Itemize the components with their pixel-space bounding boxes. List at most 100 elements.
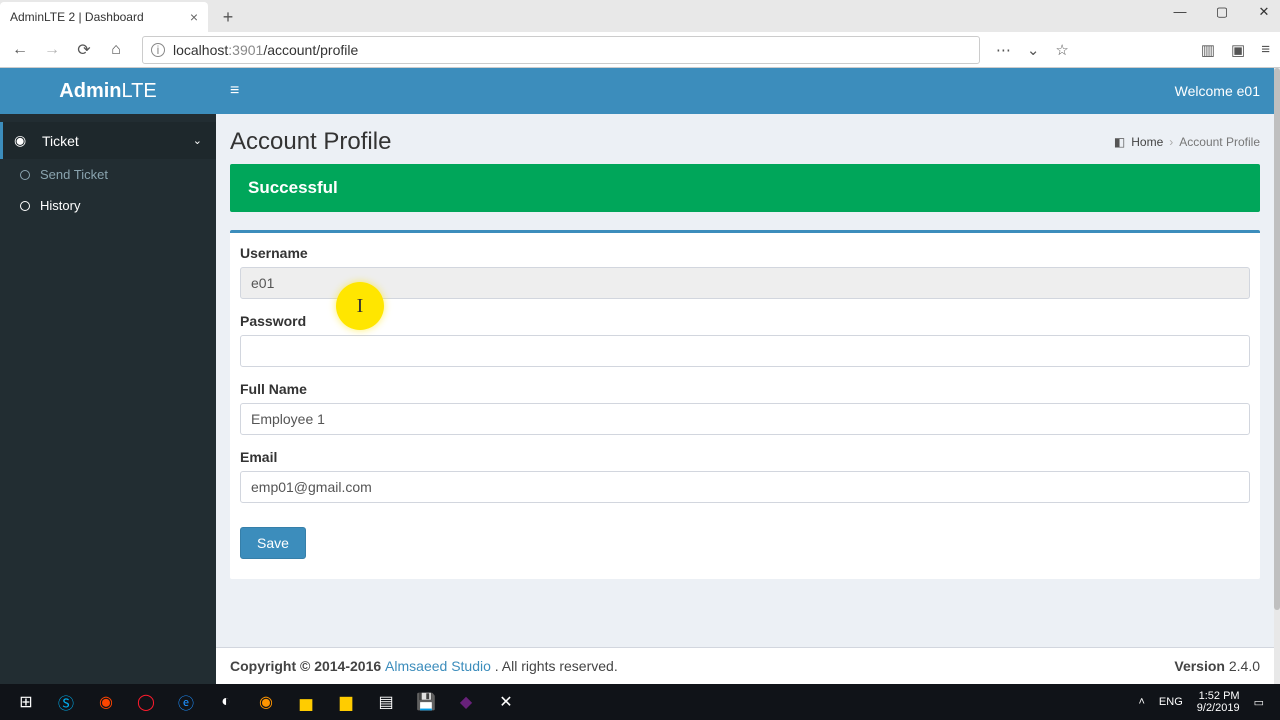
- logo-light: LTE: [122, 80, 157, 102]
- window-controls: — ▢ ✕: [1168, 4, 1276, 20]
- scrollbar-thumb[interactable]: [1274, 68, 1280, 610]
- footer-studio-link[interactable]: Almsaeed Studio: [385, 658, 491, 674]
- taskbar-app-opera[interactable]: ◯: [126, 686, 166, 718]
- close-window-button[interactable]: ✕: [1252, 4, 1276, 20]
- sidebar: AdminLTE ◉ Ticket ⌄ Send Ticket History: [0, 68, 216, 684]
- tray-lang[interactable]: ENG: [1159, 696, 1183, 708]
- library-icon[interactable]: ▥: [1201, 41, 1215, 59]
- new-tab-button[interactable]: +: [214, 4, 242, 30]
- browser-tab[interactable]: AdminLTE 2 | Dashboard ×: [0, 2, 208, 32]
- username-label: Username: [240, 245, 1250, 261]
- taskbar-app-save[interactable]: 💾: [406, 686, 446, 718]
- sidebar-icon[interactable]: ▣: [1231, 41, 1245, 59]
- main-panel: ≡ Welcome e01 Account Profile ◧ Home › A…: [216, 68, 1274, 684]
- sidebar-sub-history[interactable]: History: [0, 190, 216, 221]
- home-button[interactable]: ⌂: [106, 41, 126, 59]
- url-port: :3901: [228, 42, 263, 58]
- logo[interactable]: AdminLTE: [0, 68, 216, 114]
- hamburger-icon[interactable]: ≡: [230, 82, 239, 100]
- alert-success: Successful: [230, 164, 1260, 212]
- content-header: Account Profile ◧ Home › Account Profile: [216, 114, 1274, 164]
- breadcrumb-current: Account Profile: [1179, 135, 1260, 149]
- footer-version-label: Version: [1174, 658, 1225, 674]
- breadcrumb-sep: ›: [1169, 135, 1173, 149]
- tray-up-icon[interactable]: ˄: [1138, 696, 1144, 708]
- url-host: localhost: [173, 42, 228, 58]
- fullname-label: Full Name: [240, 381, 1250, 397]
- url-path: /account/profile: [263, 42, 358, 58]
- email-input[interactable]: [240, 471, 1250, 503]
- reload-button[interactable]: ⟳: [74, 40, 94, 60]
- footer-copyright: Copyright © 2014-2016: [230, 658, 385, 674]
- profile-box: Username Password Full Name Email Save: [230, 230, 1260, 579]
- sidebar-sub-send-ticket[interactable]: Send Ticket: [0, 159, 216, 190]
- breadcrumb: ◧ Home › Account Profile: [1114, 135, 1260, 149]
- footer-version: 2.4.0: [1225, 658, 1260, 674]
- taskbar-app-brave[interactable]: ◉: [86, 686, 126, 718]
- form-group-username: Username: [240, 245, 1250, 299]
- back-button[interactable]: ←: [10, 41, 30, 59]
- taskbar-app-skype[interactable]: Ⓢ: [46, 686, 86, 718]
- url-bar[interactable]: i localhost:3901/account/profile: [142, 36, 980, 64]
- browser-nav-bar: ← → ⟳ ⌂ i localhost:3901/account/profile…: [0, 32, 1280, 68]
- taskbar-app-vs[interactable]: ◆: [446, 686, 486, 718]
- taskbar-app-explorer[interactable]: ▅: [286, 686, 326, 718]
- taskbar-app-notepad[interactable]: ▤: [366, 686, 406, 718]
- form-group-fullname: Full Name: [240, 381, 1250, 435]
- tray-notifications-icon[interactable]: ▭: [1254, 696, 1264, 709]
- form-group-password: Password: [240, 313, 1250, 367]
- topbar: ≡ Welcome e01: [216, 68, 1274, 114]
- vertical-scrollbar[interactable]: [1274, 68, 1280, 684]
- taskbar-right: ˄ ENG 1:52 PM 9/2/2019 ▭: [1138, 690, 1274, 714]
- logo-bold: Admin: [59, 80, 121, 102]
- footer-rights: . All rights reserved.: [495, 658, 618, 674]
- tray-clock[interactable]: 1:52 PM 9/2/2019: [1197, 690, 1240, 714]
- forward-button[interactable]: →: [42, 41, 62, 59]
- email-label: Email: [240, 449, 1250, 465]
- app-container: AdminLTE ◉ Ticket ⌄ Send Ticket History …: [0, 68, 1274, 684]
- url-right-icons: ⋯ ⌄ ☆: [996, 41, 1069, 59]
- taskbar-app-chrome[interactable]: ◐: [206, 686, 246, 718]
- taskbar-app-edge[interactable]: ⓔ: [166, 686, 206, 718]
- breadcrumb-home[interactable]: Home: [1131, 135, 1163, 149]
- options-icon[interactable]: ⋯: [996, 41, 1011, 59]
- tab-strip: AdminLTE 2 | Dashboard × +: [0, 0, 1280, 32]
- chevron-down-icon: ⌄: [193, 134, 202, 147]
- dashboard-icon: ◉: [14, 132, 32, 149]
- password-input[interactable]: [240, 335, 1250, 367]
- welcome-text[interactable]: Welcome e01: [1175, 83, 1260, 99]
- menu-icon[interactable]: ≡: [1261, 41, 1270, 59]
- browser-chrome: — ▢ ✕ AdminLTE 2 | Dashboard × + ← → ⟳ ⌂…: [0, 0, 1280, 68]
- page-title: Account Profile: [230, 128, 391, 156]
- form-group-email: Email: [240, 449, 1250, 503]
- fullname-input[interactable]: [240, 403, 1250, 435]
- sidebar-menu: ◉ Ticket ⌄ Send Ticket History: [0, 114, 216, 221]
- taskbar: ⊞ Ⓢ ◉ ◯ ⓔ ◐ ◉ ▅ ▆ ▤ 💾 ◆ ✕ ˄ ENG 1:52 PM …: [0, 684, 1280, 720]
- circle-icon: [20, 201, 30, 211]
- tab-title: AdminLTE 2 | Dashboard: [10, 10, 190, 24]
- app-footer: Copyright © 2014-2016 Almsaeed Studio . …: [216, 647, 1274, 684]
- sidebar-item-label: Ticket: [42, 133, 79, 149]
- save-button[interactable]: Save: [240, 527, 306, 559]
- password-label: Password: [240, 313, 1250, 329]
- start-button[interactable]: ⊞: [6, 686, 46, 718]
- minimize-button[interactable]: —: [1168, 4, 1192, 20]
- sidebar-item-ticket[interactable]: ◉ Ticket ⌄: [0, 122, 216, 159]
- tray-time: 1:52 PM: [1197, 690, 1240, 702]
- taskbar-app-tools[interactable]: ✕: [486, 686, 526, 718]
- pocket-icon[interactable]: ⌄: [1027, 41, 1040, 59]
- taskbar-app-folder[interactable]: ▆: [326, 686, 366, 718]
- sidebar-sub-label: Send Ticket: [40, 167, 108, 182]
- bookmark-icon[interactable]: ☆: [1055, 41, 1068, 59]
- content: Successful Username Password Full Name E…: [216, 164, 1274, 593]
- browser-toolbar-right: ▥ ▣ ≡: [1201, 41, 1270, 59]
- maximize-button[interactable]: ▢: [1210, 4, 1234, 20]
- site-info-icon[interactable]: i: [151, 43, 165, 57]
- tray-date: 9/2/2019: [1197, 702, 1240, 714]
- username-input[interactable]: [240, 267, 1250, 299]
- taskbar-app-firefox[interactable]: ◉: [246, 686, 286, 718]
- dashboard-icon: ◧: [1114, 135, 1125, 149]
- tab-close-icon[interactable]: ×: [190, 9, 198, 25]
- sidebar-sub-label: History: [40, 198, 80, 213]
- circle-icon: [20, 170, 30, 180]
